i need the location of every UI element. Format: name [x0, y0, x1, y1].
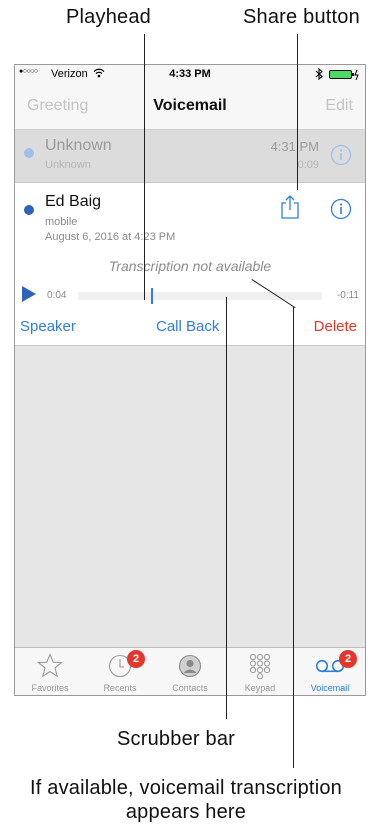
delete-button[interactable]: Delete: [314, 318, 357, 335]
status-bar: ●○○○○ Verizon 4:33 PM: [15, 65, 365, 85]
recents-badge: 2: [127, 650, 145, 668]
battery-icon: [329, 69, 361, 83]
callout-share-button: Share button: [243, 6, 360, 28]
playhead-leader-line: [144, 34, 146, 300]
tab-favorites[interactable]: Favorites: [15, 648, 85, 695]
callout-transcription-line2: appears here: [125, 801, 247, 823]
unread-dot-icon: [24, 205, 34, 215]
share-icon[interactable]: [280, 195, 300, 224]
voicemail-row-expanded: Ed Baig mobile August 6, 2016 at 4:23 PM…: [15, 183, 365, 346]
transcription-text: Transcription not available: [108, 258, 272, 274]
nav-bar: Greeting Voicemail Edit: [15, 85, 365, 130]
elapsed-time: 0:04: [47, 290, 67, 301]
tab-recents[interactable]: 2 Recents: [85, 648, 155, 695]
callout-scrubber-bar: Scrubber bar: [117, 728, 236, 750]
voicemail-duration: 0:09: [297, 159, 319, 171]
unread-dot-icon: [24, 148, 34, 158]
tab-contacts[interactable]: Contacts: [155, 648, 225, 695]
phone-screen: ●○○○○ Verizon 4:33 PM Greeting Voicemail…: [14, 64, 366, 696]
bluetooth-icon: [315, 67, 323, 83]
scrubber-bar[interactable]: [78, 288, 322, 304]
share-leader-line: [297, 34, 299, 190]
tab-label: Recents: [103, 683, 137, 693]
voicemail-badge: 2: [339, 650, 357, 668]
status-time: 4:33 PM: [169, 68, 211, 80]
caller-label: mobile: [45, 216, 78, 228]
keypad-icon: [249, 653, 271, 684]
tab-bar: Favorites 2 Recents Contacts Keypad 2 Vo…: [15, 647, 365, 695]
tab-keypad[interactable]: Keypad: [225, 648, 295, 695]
tab-label: Keypad: [244, 683, 276, 693]
callout-transcription-line1: If available, voicemail transcription: [30, 777, 342, 799]
voicemail-date: August 6, 2016 at 4:23 PM: [45, 231, 176, 243]
call-back-button[interactable]: Call Back: [156, 318, 219, 335]
callout-playhead: Playhead: [66, 6, 151, 28]
tab-label: Contacts: [172, 683, 208, 693]
voicemail-row-unknown[interactable]: Unknown Unknown 4:31 PM 0:09: [15, 130, 365, 183]
caller-name: Unknown: [45, 137, 112, 154]
caller-name: Ed Baig: [45, 193, 102, 210]
voicemail-time: 4:31 PM: [270, 139, 319, 154]
page-title: Voicemail: [153, 97, 227, 114]
tab-label: Voicemail: [310, 683, 350, 693]
info-icon[interactable]: [330, 144, 352, 171]
remaining-time: -0:11: [336, 290, 359, 301]
contacts-icon: [178, 654, 202, 683]
transcription-leader-line: [293, 307, 295, 768]
tab-voicemail[interactable]: 2 Voicemail: [295, 648, 365, 695]
play-icon[interactable]: [21, 285, 37, 308]
speaker-button[interactable]: Speaker: [20, 318, 76, 335]
edit-button[interactable]: Edit: [325, 97, 353, 115]
star-icon: [37, 653, 63, 683]
callout-transcription: If available, voicemail transcription ap…: [0, 776, 372, 824]
caller-subtitle: Unknown: [45, 159, 91, 171]
tab-label: Favorites: [31, 683, 69, 693]
scrubber-leader-line: [226, 297, 228, 719]
playhead[interactable]: [151, 288, 154, 304]
info-icon[interactable]: [330, 198, 352, 225]
